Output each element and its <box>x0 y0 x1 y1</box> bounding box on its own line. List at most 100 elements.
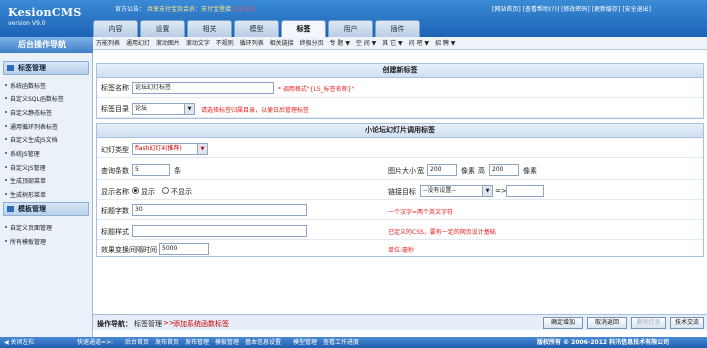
subnav-scroll-images[interactable]: 滚动图片 <box>156 40 180 47</box>
announcement: 官方公告： 共享支付宝及会员：支付宝登接 (11-23) <box>115 4 255 13</box>
delete-info-button[interactable]: 删除信息 <box>631 317 666 329</box>
target-arrow: => <box>495 187 507 195</box>
subnav-topics-menu[interactable]: 专 题 ▼ <box>330 40 350 47</box>
interval-hint: 单位:毫秒 <box>388 247 415 254</box>
tab-settings[interactable]: 设置 <box>140 20 185 37</box>
title-style-input[interactable] <box>132 225 307 237</box>
link-refresh-cache[interactable]: [更新缓存] <box>592 6 621 13</box>
sidebar-group-title: 模板管理 <box>18 205 46 213</box>
count-label: 查询条数 <box>101 167 129 175</box>
footer-bar: ◀ 关闭左栏 快速通道=>: 后台首页 发布首页 发布管理 模板管理 基本信息设… <box>0 337 707 348</box>
config-panel-title: 小论坛幻灯片调用标签 <box>97 124 703 138</box>
showname-no-label: 不显示 <box>171 188 192 196</box>
subnav-space-menu[interactable]: 空 间 ▼ <box>356 40 376 47</box>
name-hint: * 调用格式"{LS_标签名称}" <box>278 86 355 93</box>
footer-link-publish-manage[interactable]: 发布管理 <box>185 337 209 348</box>
link-target-select[interactable]: --没有设置-- ▼ <box>420 185 493 197</box>
sidebar-item-system-js[interactable]: 系统JS管理 <box>5 149 40 158</box>
tab-labels[interactable]: 标签 <box>281 20 326 37</box>
top-links: [网站首页] [查看帮助(?)] [修改密码] [更新缓存] [安全退出] <box>492 4 651 13</box>
sidebar-item-generate-js[interactable]: 自定义生成JS文档 <box>5 135 58 144</box>
link-logout[interactable]: [安全退出] <box>622 6 651 13</box>
subnav-qa-menu[interactable]: 问 吧 ▼ <box>409 40 429 47</box>
link-help[interactable]: [查看帮助(?)] <box>523 6 560 13</box>
subnav-irregular[interactable]: 不规则 <box>216 40 234 47</box>
sidebar-group-templates[interactable]: 模板管理 <box>3 202 89 216</box>
subnav-jobs-menu[interactable]: 招 聘 ▼ <box>435 40 455 47</box>
link-change-password[interactable]: [修改密码] <box>561 6 590 13</box>
showname-no-radio[interactable] <box>162 187 169 194</box>
sidebar-item-loop-list[interactable]: 通用循环列表标签 <box>4 122 58 131</box>
slide-type-select[interactable]: flash幻灯4(推荐) ▼ <box>132 143 208 155</box>
sidebar-item-all-templates[interactable]: 所有模板管理 <box>4 237 46 246</box>
copyright: 版权所有 © 2006-2012 科汛信息技术有限公司 <box>537 339 670 346</box>
target-label: 链接目标 <box>388 188 416 196</box>
sidebar-item-static-label[interactable]: 自定义静态标签 <box>4 108 52 117</box>
dir-hint: 请选择标签归属目录，以便日后管理标签 <box>201 107 310 114</box>
label-name-input[interactable]: 论坛幻灯标签 <box>132 82 274 94</box>
subnav-pagination[interactable]: 终极分页 <box>300 40 324 47</box>
interval-input[interactable]: 5000 <box>159 243 209 255</box>
width-input[interactable]: 200 <box>427 164 457 176</box>
tab-content[interactable]: 内容 <box>93 20 138 37</box>
sidebar-header: 后台操作导航 <box>0 37 93 53</box>
count-unit: 条 <box>174 167 181 175</box>
count-input[interactable]: 5 <box>132 164 170 176</box>
height-input[interactable]: 200 <box>489 164 519 176</box>
interval-label: 效果变换间隔时间 <box>101 246 157 254</box>
tech-support-button[interactable]: 技术交流 <box>670 317 704 329</box>
type-row: 幻灯类型 flash幻灯4(推荐) ▼ <box>97 138 703 158</box>
titlestyle-row: 标题样式 已定义的CSS，要有一定的网页设计基础 <box>97 220 703 240</box>
notice-link[interactable]: 共享支付宝及会员：支付宝登接 <box>147 6 231 13</box>
footer-link-basic-settings[interactable]: 基本信息设置 <box>245 337 281 348</box>
sidebar-item-top-menu[interactable]: 生成顶部菜单 <box>4 176 46 185</box>
showname-yes-radio[interactable] <box>132 187 139 194</box>
footer-link-publish-home[interactable]: 发布首页 <box>155 337 179 348</box>
close-sidebar-label: 关闭左栏 <box>10 339 35 346</box>
app-logo: KesionCMS version V9.0 <box>8 6 88 27</box>
subnav-related-links[interactable]: 相关链接 <box>270 40 294 47</box>
operation-bar: 操作导航： 标签管理 >> 添加系统函数标签 确定增加 取消返回 删除信息 技术… <box>93 314 707 330</box>
title-length-input[interactable]: 30 <box>132 204 307 216</box>
main-tabs: 内容 设置 相关 模型 标签 用户 插件 <box>93 20 420 37</box>
target-custom-input[interactable] <box>506 185 544 197</box>
folder-icon <box>7 206 14 212</box>
subnav-other-menu[interactable]: 其 它 ▼ <box>382 40 402 47</box>
name-row: 标签名称 论坛幻灯标签 * 调用格式"{LS_标签名称}" <box>97 78 703 98</box>
tab-related[interactable]: 相关 <box>187 20 232 37</box>
subnav-scroll-text[interactable]: 滚动文字 <box>186 40 210 47</box>
titlestyle-label: 标题样式 <box>101 228 129 236</box>
titlelen-hint: 一个汉字=两个英文字符 <box>388 209 454 216</box>
showname-target-row: 显示名称 显示 不显示 链接目标 --没有设置-- ▼ => <box>97 180 703 200</box>
op-crumb[interactable]: 标签管理 <box>134 319 162 329</box>
create-panel-title: 创建新标签 <box>97 64 703 78</box>
tab-models[interactable]: 模型 <box>234 20 279 37</box>
subnav-universal-list[interactable]: 万能列表 <box>96 40 120 47</box>
link-site-home[interactable]: [网站首页] <box>492 6 521 13</box>
close-sidebar-link[interactable]: ◀ 关闭左栏 <box>4 337 35 348</box>
subnav-loop-list[interactable]: 循环列表 <box>240 40 264 47</box>
titlelen-row: 标题字数 30 一个汉字=两个英文字符 <box>97 200 703 220</box>
footer-link-admin-home[interactable]: 后台首页 <box>125 337 149 348</box>
footer-link-template-manage[interactable]: 模板管理 <box>215 337 239 348</box>
sidebar-item-system-function[interactable]: 系统函数标签 <box>4 81 46 90</box>
sidebar-group-labels[interactable]: 标签管理 <box>3 61 89 75</box>
notice-label: 官方公告： <box>115 6 146 13</box>
sidebar-item-tree-menu[interactable]: 生成树形菜单 <box>4 190 46 199</box>
tab-plugins[interactable]: 插件 <box>375 20 420 37</box>
config-panel: 小论坛幻灯片调用标签 幻灯类型 flash幻灯4(推荐) ▼ 查询条数 5 条 … <box>96 123 704 257</box>
sidebar-item-custom-pages[interactable]: 自定义页面管理 <box>4 223 52 232</box>
logo-version: version V9.0 <box>8 20 46 27</box>
name-label: 标签名称 <box>101 84 129 92</box>
sidebar-item-custom-js[interactable]: 自定义JS管理 <box>5 163 46 172</box>
tab-users[interactable]: 用户 <box>328 20 373 37</box>
confirm-add-button[interactable]: 确定增加 <box>543 317 583 329</box>
label-dir-select[interactable]: 论坛 ▼ <box>132 103 195 115</box>
cancel-back-button[interactable]: 取消返回 <box>587 317 627 329</box>
dir-row: 标签目录 论坛 ▼ 请选择标签归属目录，以便日后管理标签 <box>97 98 703 118</box>
footer-link-model-manage[interactable]: 模型管理 <box>293 337 317 348</box>
showname-yes-label: 显示 <box>141 188 155 196</box>
sidebar-item-sql-function[interactable]: 自定义SQL函数标签 <box>5 94 64 103</box>
subnav-slideshow[interactable]: 通用幻灯 <box>126 40 150 47</box>
footer-link-work-progress[interactable]: 查看工作进度 <box>323 337 359 348</box>
